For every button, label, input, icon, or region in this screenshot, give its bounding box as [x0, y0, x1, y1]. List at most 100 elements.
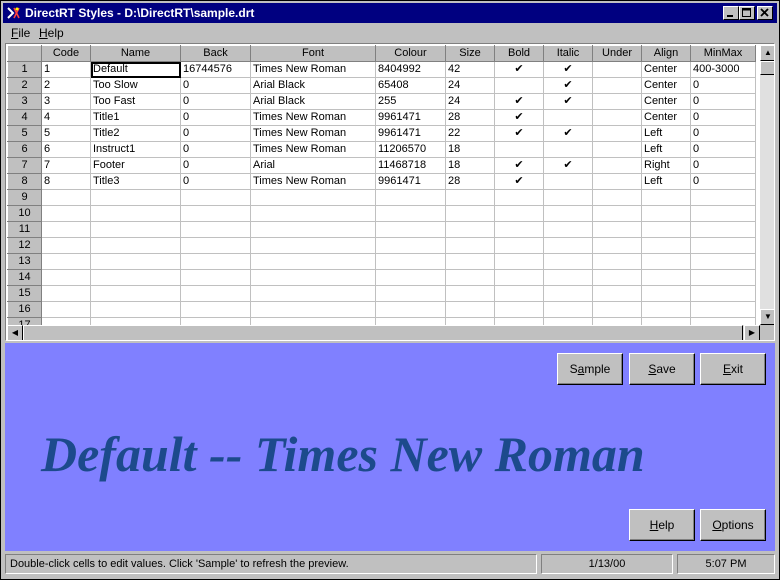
- cell-empty[interactable]: [592, 253, 642, 270]
- cell-size[interactable]: 42: [445, 61, 495, 78]
- cell-empty[interactable]: [90, 189, 181, 206]
- cell-empty[interactable]: [375, 301, 446, 318]
- cell-empty[interactable]: [543, 189, 593, 206]
- cell-font[interactable]: Arial: [250, 157, 376, 174]
- cell-font[interactable]: Times New Roman: [250, 141, 376, 158]
- table-row[interactable]: 12: [7, 237, 756, 254]
- cell-empty[interactable]: [180, 269, 251, 286]
- cell-bold[interactable]: [494, 141, 544, 158]
- cell-empty[interactable]: [41, 285, 91, 302]
- row-header[interactable]: 10: [7, 205, 42, 222]
- cell-empty[interactable]: [494, 205, 544, 222]
- cell-code[interactable]: 7: [41, 157, 91, 174]
- cell-empty[interactable]: [41, 221, 91, 238]
- cell-empty[interactable]: [641, 269, 691, 286]
- cell-size[interactable]: 28: [445, 173, 495, 190]
- cell-empty[interactable]: [250, 253, 376, 270]
- cell-empty[interactable]: [592, 269, 642, 286]
- column-header[interactable]: Code: [41, 45, 91, 62]
- cell-italic[interactable]: [543, 173, 593, 190]
- save-button[interactable]: Save: [629, 353, 695, 385]
- cell-empty[interactable]: [180, 253, 251, 270]
- cell-empty[interactable]: [445, 237, 495, 254]
- cell-empty[interactable]: [41, 189, 91, 206]
- cell-bold[interactable]: ✔: [494, 173, 544, 190]
- cell-under[interactable]: [592, 61, 642, 78]
- table-row[interactable]: 4 4 Title1 0 Times New Roman 9961471 28 ✔ Center…: [7, 109, 756, 126]
- cell-align[interactable]: Center: [641, 61, 691, 78]
- cell-empty[interactable]: [592, 189, 642, 206]
- cell-empty[interactable]: [445, 269, 495, 286]
- cell-font[interactable]: Times New Roman: [250, 61, 376, 78]
- table-row[interactable]: 1 1 Default 16744576 Times New Roman 8404992 4…: [7, 61, 756, 78]
- cell-empty[interactable]: [250, 301, 376, 318]
- cell-name[interactable]: Too Slow: [90, 77, 181, 94]
- cell-empty[interactable]: [641, 221, 691, 238]
- column-header[interactable]: Italic: [543, 45, 593, 62]
- cell-empty[interactable]: [250, 237, 376, 254]
- table-row[interactable]: 7 7 Footer 0 Arial 11468718 18 ✔ ✔ Right 0: [7, 157, 756, 174]
- cell-bold[interactable]: ✔: [494, 125, 544, 142]
- cell-empty[interactable]: [494, 269, 544, 286]
- cell-empty[interactable]: [592, 221, 642, 238]
- cell-empty[interactable]: [445, 205, 495, 222]
- cell-font[interactable]: Arial Black: [250, 77, 376, 94]
- cell-under[interactable]: [592, 93, 642, 110]
- cell-empty[interactable]: [641, 205, 691, 222]
- cell-font[interactable]: Times New Roman: [250, 125, 376, 142]
- cell-bold[interactable]: ✔: [494, 109, 544, 126]
- cell-empty[interactable]: [375, 285, 446, 302]
- column-header[interactable]: MinMax: [690, 45, 756, 62]
- cell-under[interactable]: [592, 77, 642, 94]
- cell-empty[interactable]: [375, 237, 446, 254]
- cell-empty[interactable]: [41, 301, 91, 318]
- scroll-left-button[interactable]: ◀: [7, 325, 23, 340]
- cell-empty[interactable]: [180, 189, 251, 206]
- cell-empty[interactable]: [641, 301, 691, 318]
- row-header[interactable]: 3: [7, 93, 42, 110]
- cell-empty[interactable]: [543, 253, 593, 270]
- column-header[interactable]: Size: [445, 45, 495, 62]
- cell-empty[interactable]: [690, 221, 756, 238]
- cell-empty[interactable]: [90, 221, 181, 238]
- cell-align[interactable]: Right: [641, 157, 691, 174]
- cell-italic[interactable]: ✔: [543, 77, 593, 94]
- cell-bold[interactable]: [494, 77, 544, 94]
- table-row[interactable]: 14: [7, 269, 756, 286]
- table-row[interactable]: 9: [7, 189, 756, 206]
- cell-empty[interactable]: [641, 285, 691, 302]
- cell-empty[interactable]: [375, 221, 446, 238]
- column-header[interactable]: Colour: [375, 45, 446, 62]
- cell-size[interactable]: 18: [445, 141, 495, 158]
- cell-minmax[interactable]: 0: [690, 173, 756, 190]
- exit-button[interactable]: Exit: [700, 353, 766, 385]
- cell-minmax[interactable]: 0: [690, 125, 756, 142]
- cell-empty[interactable]: [543, 237, 593, 254]
- table-row[interactable]: 8 8 Title3 0 Times New Roman 9961471 28 ✔ Left 0: [7, 173, 756, 190]
- table-row[interactable]: 11: [7, 221, 756, 238]
- cell-colour[interactable]: 65408: [375, 77, 446, 94]
- cell-colour[interactable]: 11206570: [375, 141, 446, 158]
- cell-empty[interactable]: [543, 301, 593, 318]
- cell-empty[interactable]: [543, 285, 593, 302]
- cell-code[interactable]: 4: [41, 109, 91, 126]
- cell-colour[interactable]: 9961471: [375, 109, 446, 126]
- cell-empty[interactable]: [375, 253, 446, 270]
- cell-italic[interactable]: ✔: [543, 125, 593, 142]
- cell-empty[interactable]: [90, 205, 181, 222]
- cell-align[interactable]: Center: [641, 93, 691, 110]
- cell-name[interactable]: Title3: [90, 173, 181, 190]
- cell-italic[interactable]: [543, 109, 593, 126]
- cell-empty[interactable]: [690, 205, 756, 222]
- cell-empty[interactable]: [445, 253, 495, 270]
- cell-empty[interactable]: [592, 285, 642, 302]
- column-header[interactable]: Under: [592, 45, 642, 62]
- cell-align[interactable]: Center: [641, 77, 691, 94]
- cell-name[interactable]: Title1: [90, 109, 181, 126]
- cell-under[interactable]: [592, 157, 642, 174]
- cell-code[interactable]: 2: [41, 77, 91, 94]
- cell-empty[interactable]: [90, 269, 181, 286]
- row-header[interactable]: 9: [7, 189, 42, 206]
- cell-empty[interactable]: [90, 253, 181, 270]
- cell-empty[interactable]: [641, 253, 691, 270]
